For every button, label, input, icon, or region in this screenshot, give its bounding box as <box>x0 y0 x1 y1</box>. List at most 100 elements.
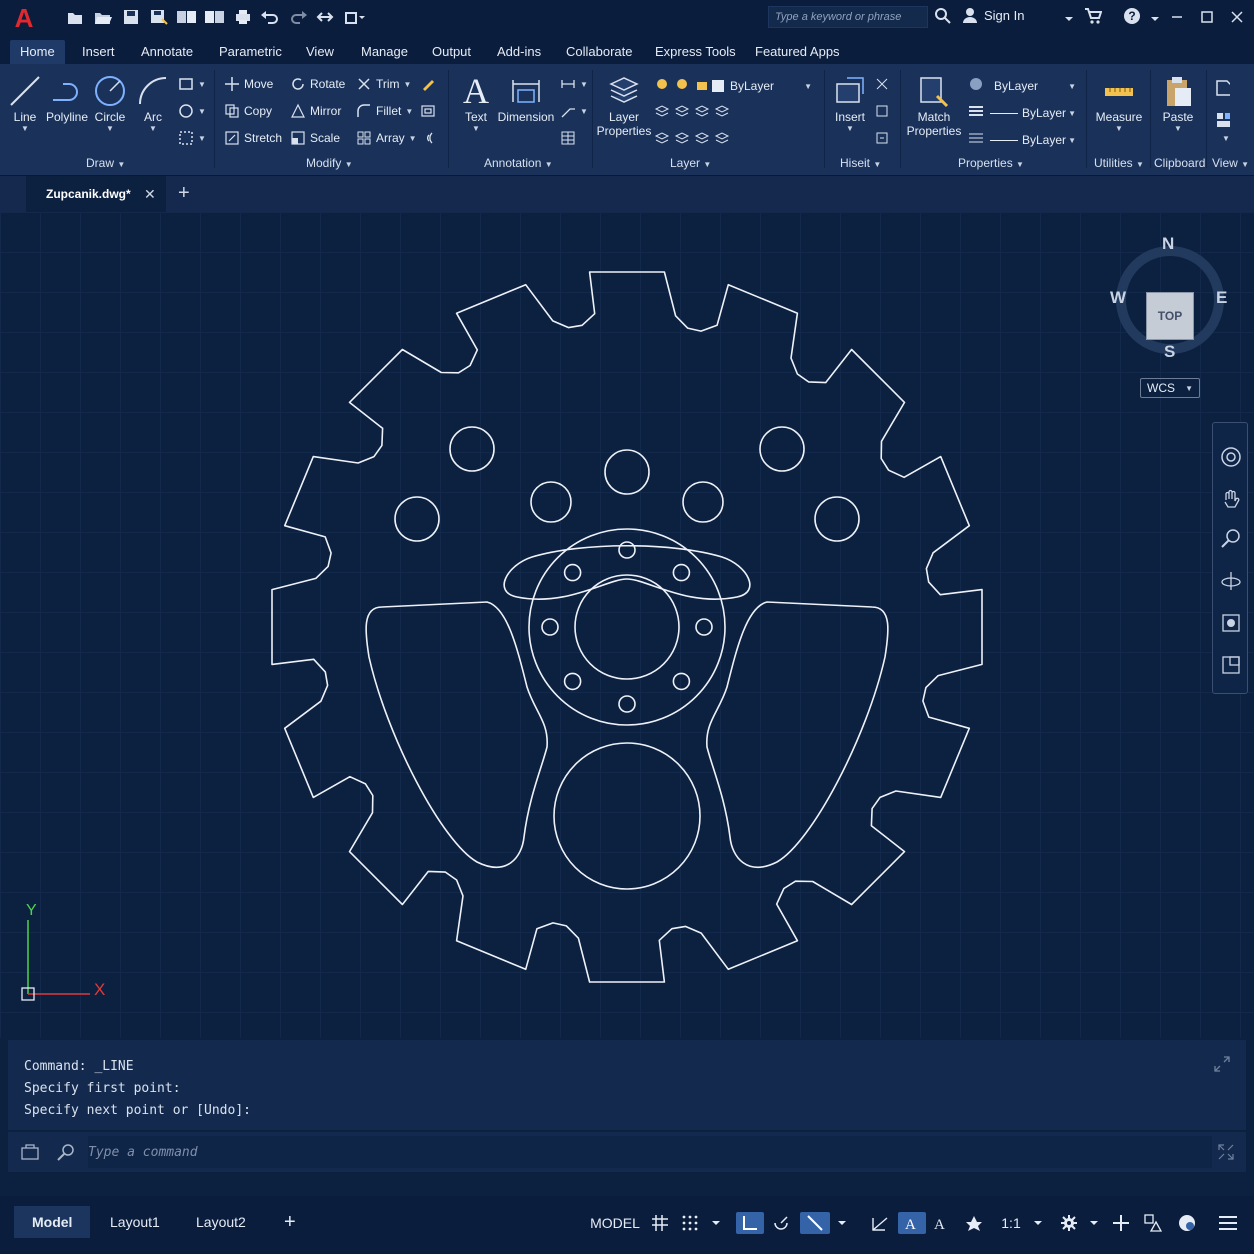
layout-tab-layout1[interactable]: Layout1 <box>92 1206 178 1238</box>
app-logo[interactable]: A <box>10 4 38 32</box>
chevron-down-icon[interactable] <box>708 1212 724 1234</box>
close-icon[interactable] <box>1226 6 1248 28</box>
share-icon[interactable] <box>316 6 338 28</box>
circle-tool[interactable]: Circle ▼ <box>90 72 130 133</box>
maximize-command-icon[interactable] <box>1216 1142 1236 1167</box>
tab-home[interactable]: Home <box>10 40 65 64</box>
view-palettes-icon[interactable] <box>1214 112 1230 128</box>
viewcube[interactable]: TOP N S E W <box>1108 230 1232 380</box>
explode-button[interactable] <box>420 103 436 119</box>
minimize-icon[interactable] <box>1166 6 1188 28</box>
fillet-button[interactable]: Fillet ▼ <box>356 103 413 119</box>
add-layout-icon[interactable]: + <box>266 1206 314 1238</box>
text-tool[interactable]: A Text ▼ <box>458 71 494 133</box>
compass-west[interactable]: W <box>1110 288 1126 308</box>
arc-tool[interactable]: Arc ▼ <box>134 72 172 133</box>
table-button[interactable] <box>560 130 576 146</box>
panel-title-annotation[interactable]: Annotation ▼ <box>484 156 553 170</box>
zoom-icon[interactable] <box>1219 527 1243 551</box>
tab-manage[interactable]: Manage <box>351 40 418 64</box>
view-base-icon[interactable] <box>1214 80 1230 96</box>
scale-button[interactable]: Scale <box>290 130 340 146</box>
new-tab-icon[interactable]: + <box>178 182 190 205</box>
tab-express-tools[interactable]: Express Tools <box>645 40 746 64</box>
panel-title-view[interactable]: View ▼ <box>1212 156 1249 170</box>
panel-title-modify[interactable]: Modify ▼ <box>306 156 353 170</box>
tab-output[interactable]: Output <box>422 40 481 64</box>
line-tool[interactable]: Line ▼ <box>6 72 44 133</box>
layer-unlock-icon[interactable] <box>694 76 710 92</box>
plot-icon[interactable] <box>232 6 254 28</box>
cart-icon[interactable] <box>1084 7 1103 30</box>
annotation-autoscale-icon[interactable]: A <box>928 1212 956 1234</box>
object-snap-tracking-icon[interactable] <box>866 1212 894 1234</box>
chevron-down-icon[interactable] <box>834 1212 850 1234</box>
tab-featured-apps[interactable]: Featured Apps <box>745 40 850 64</box>
layer-dropdown[interactable]: ByLayer ▼ <box>712 76 816 96</box>
layout-tab-model[interactable]: Model <box>14 1206 91 1238</box>
panel-title-layer[interactable]: Layer ▼ <box>670 156 711 170</box>
wcs-dropdown[interactable]: WCS ▼ <box>1140 378 1200 398</box>
ortho-icon[interactable] <box>736 1212 764 1234</box>
extents-icon[interactable] <box>1219 653 1243 677</box>
edit-attributes-icon[interactable] <box>874 130 890 146</box>
polar-icon[interactable] <box>768 1212 794 1234</box>
edit-block-icon[interactable] <box>874 103 890 119</box>
compass-south[interactable]: S <box>1164 342 1175 362</box>
sign-in-button[interactable]: Sign In <box>962 7 1024 23</box>
save-web-icon[interactable] <box>204 6 226 28</box>
hardware-acceleration-icon[interactable] <box>1174 1212 1200 1234</box>
layer-properties-tool[interactable]: Layer Properties <box>596 72 652 138</box>
drawing-canvas[interactable]: TOP N S E W WCS ▼ Y X <box>0 212 1254 1038</box>
panel-title-properties[interactable]: Properties ▼ <box>958 156 1024 170</box>
compass-east[interactable]: E <box>1216 288 1227 308</box>
layout-tab-layout2[interactable]: Layout2 <box>178 1206 264 1238</box>
save-as-icon[interactable] <box>148 6 170 28</box>
copy-button[interactable]: Copy <box>224 103 272 119</box>
plus-icon[interactable] <box>1108 1212 1134 1234</box>
layer-freeze-icon[interactable] <box>654 76 670 92</box>
paste-tool[interactable]: Paste ▼ <box>1156 72 1200 133</box>
command-input[interactable]: Type a command <box>88 1136 1212 1168</box>
panel-title-block[interactable]: Hiseit ▼ <box>840 156 881 170</box>
color-dropdown[interactable]: ByLayer ▼ <box>994 76 1080 96</box>
snap-icon[interactable] <box>678 1212 702 1234</box>
close-icon[interactable]: ✕ <box>144 186 156 203</box>
steering-wheel-icon[interactable] <box>1219 445 1243 469</box>
polyline-tool[interactable]: Polyline <box>44 72 90 124</box>
offset-button[interactable] <box>420 130 436 146</box>
pan-hand-icon[interactable] <box>1219 487 1243 511</box>
chevron-down-icon[interactable] <box>1086 1212 1102 1234</box>
rotate-button[interactable]: Rotate <box>290 76 345 92</box>
annotation-visibility-icon[interactable]: A <box>898 1212 926 1234</box>
open-file-icon[interactable] <box>92 6 114 28</box>
open-web-icon[interactable] <box>176 6 198 28</box>
compass-north[interactable]: N <box>1162 234 1174 254</box>
showmotion-icon[interactable] <box>1219 611 1243 635</box>
erase-button[interactable] <box>420 76 436 92</box>
trim-button[interactable]: Trim ▼ <box>356 76 411 92</box>
search-input[interactable]: Type a keyword or phrase <box>768 6 928 28</box>
tab-collaborate[interactable]: Collaborate <box>556 40 643 64</box>
redo-icon[interactable] <box>288 6 310 28</box>
chevron-down-icon[interactable] <box>1064 10 1074 28</box>
array-button[interactable]: Array ▼ <box>356 130 417 146</box>
layer-lock-icon[interactable] <box>674 76 690 92</box>
boundary-tool[interactable]: ▼ <box>178 130 206 146</box>
chevron-down-icon[interactable] <box>1030 1212 1046 1234</box>
panel-title-utilities[interactable]: Utilities ▼ <box>1094 156 1144 170</box>
dimension-tool[interactable]: Dimension <box>496 72 556 124</box>
lineweight-dropdown[interactable]: ByLayer ▼ <box>990 103 1080 123</box>
match-properties-tool[interactable]: Match Properties <box>904 72 964 138</box>
annotation-scale-value[interactable]: 1:1 <box>994 1212 1028 1234</box>
isolate-objects-icon[interactable] <box>1140 1212 1166 1234</box>
model-space-button[interactable]: MODEL <box>590 1212 640 1234</box>
command-history-icon[interactable] <box>20 1142 40 1167</box>
linetype-dropdown[interactable]: ByLayer ▼ <box>990 130 1080 150</box>
mirror-button[interactable]: Mirror <box>290 103 341 119</box>
insert-tool[interactable]: Insert ▼ <box>828 72 872 133</box>
panel-title-draw[interactable]: Draw ▼ <box>86 156 125 170</box>
isodraft-icon[interactable] <box>800 1212 830 1234</box>
gear-icon[interactable] <box>1056 1212 1082 1234</box>
maximize-icon[interactable] <box>1196 6 1218 28</box>
